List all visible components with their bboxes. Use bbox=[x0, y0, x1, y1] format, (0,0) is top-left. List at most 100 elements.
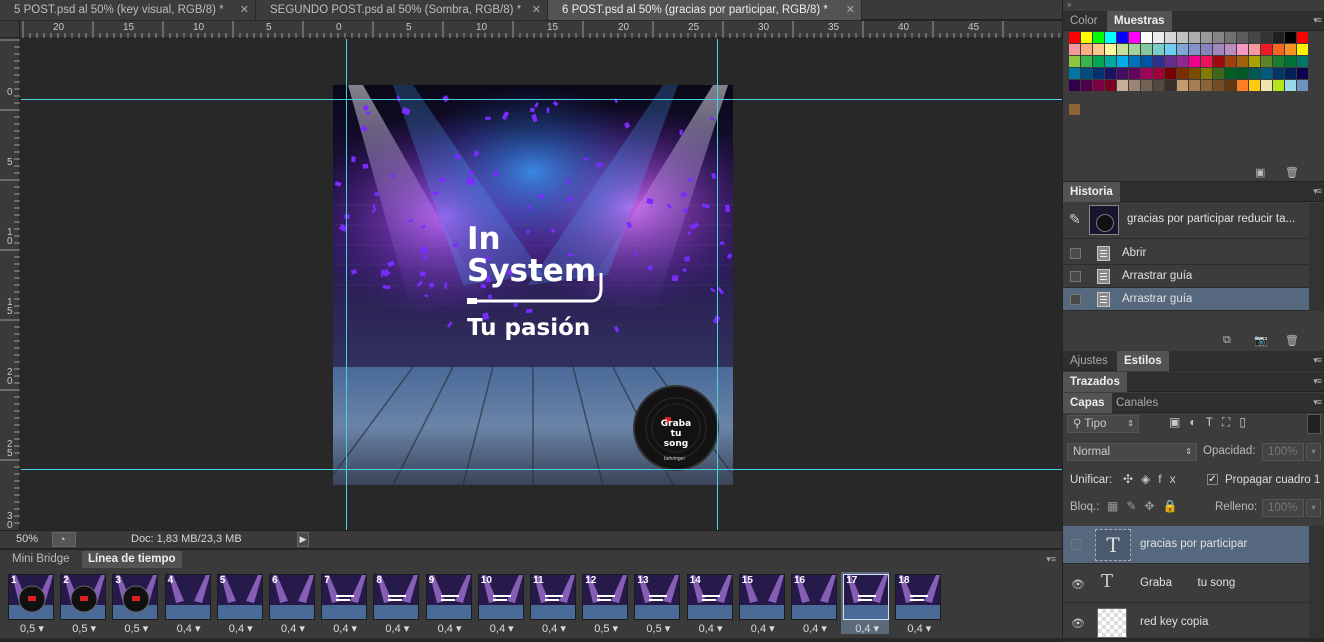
document-tab-6-post[interactable]: 6 POST.psd al 50% (gracias por participa… bbox=[548, 0, 862, 20]
color-swatch[interactable] bbox=[1285, 56, 1296, 67]
color-swatch[interactable] bbox=[1069, 56, 1080, 67]
tab-mini-bridge[interactable]: Mini Bridge bbox=[6, 551, 76, 568]
timeline-frame[interactable]: 4 0,4 ▾ bbox=[163, 572, 211, 635]
color-swatch[interactable] bbox=[1225, 68, 1236, 79]
color-swatch[interactable] bbox=[1237, 68, 1248, 79]
status-menu-button[interactable]: ◔ bbox=[52, 532, 76, 547]
frame-delay-dropdown[interactable]: 0,4 ▾ bbox=[281, 622, 305, 635]
frame-delay-dropdown[interactable]: 0,4 ▾ bbox=[803, 622, 827, 635]
layer-gracias-por-participar[interactable]: T gracias por participar bbox=[1063, 526, 1309, 564]
trash-icon[interactable]: 🗑 bbox=[1285, 166, 1299, 179]
color-swatch[interactable] bbox=[1213, 56, 1224, 67]
color-swatch[interactable] bbox=[1105, 80, 1116, 91]
color-swatch[interactable] bbox=[1117, 68, 1128, 79]
color-swatch[interactable] bbox=[1105, 68, 1116, 79]
color-swatch[interactable] bbox=[1201, 68, 1212, 79]
history-item-arrastrar-guia[interactable]: Arrastrar guía bbox=[1063, 265, 1309, 288]
tab-swatches[interactable]: Muestras bbox=[1107, 11, 1172, 31]
close-icon[interactable]: ✕ bbox=[846, 0, 855, 20]
color-swatch[interactable] bbox=[1201, 44, 1212, 55]
color-swatch[interactable] bbox=[1249, 56, 1260, 67]
timeline-frame[interactable]: 2 0,5 ▾ bbox=[58, 572, 107, 635]
color-swatch[interactable] bbox=[1249, 68, 1260, 79]
color-swatch[interactable] bbox=[1261, 80, 1272, 91]
frame-delay-dropdown[interactable]: 0,4 ▾ bbox=[333, 622, 357, 635]
ruler-vertical[interactable]: 0 5 1 0 1 5 2 0 2 5 3 0 bbox=[0, 38, 20, 531]
camera-icon[interactable]: 📷 bbox=[1254, 334, 1268, 347]
history-item-abrir[interactable]: Abrir bbox=[1063, 242, 1309, 265]
eye-icon[interactable]: 👁 bbox=[1071, 617, 1085, 630]
panel-menu-icon[interactable]: ▾≡ bbox=[1046, 554, 1056, 565]
frame-delay-dropdown[interactable]: 0,5 ▾ bbox=[124, 622, 148, 635]
color-swatch[interactable] bbox=[1069, 104, 1080, 115]
color-swatch[interactable] bbox=[1153, 44, 1164, 55]
color-swatch[interactable] bbox=[1273, 44, 1284, 55]
color-swatch[interactable] bbox=[1093, 44, 1104, 55]
frame-delay-dropdown[interactable]: 0,4 ▾ bbox=[699, 622, 723, 635]
color-swatch[interactable] bbox=[1105, 44, 1116, 55]
color-swatch[interactable] bbox=[1237, 44, 1248, 55]
color-swatch[interactable] bbox=[1297, 32, 1308, 43]
frame-delay-dropdown[interactable]: 0,4 ▾ bbox=[229, 622, 253, 635]
lock-icons[interactable]: ▦✎✥🔒 bbox=[1107, 499, 1185, 513]
color-swatch[interactable] bbox=[1165, 32, 1176, 43]
color-swatch[interactable] bbox=[1213, 44, 1224, 55]
color-swatch[interactable] bbox=[1141, 56, 1152, 67]
tab-ajustes[interactable]: Ajustes bbox=[1063, 351, 1115, 371]
color-swatch[interactable] bbox=[1117, 32, 1128, 43]
frame-delay-dropdown[interactable]: 0,5 ▾ bbox=[646, 622, 670, 635]
zoom-level[interactable]: 50% bbox=[16, 531, 38, 548]
timeline-frame[interactable]: 1 0,5 ▾ bbox=[6, 572, 54, 635]
history-checkbox[interactable] bbox=[1070, 248, 1081, 259]
layer-red-key-copia[interactable]: 👁 red key copia bbox=[1063, 604, 1309, 642]
color-swatch[interactable] bbox=[1177, 44, 1188, 55]
color-swatch[interactable] bbox=[1249, 44, 1260, 55]
color-swatch[interactable] bbox=[1153, 68, 1164, 79]
document-tab-segundo-post[interactable]: SEGUNDO POST.psd al 50% (Sombra, RGB/8) … bbox=[256, 0, 548, 20]
color-swatch[interactable] bbox=[1117, 44, 1128, 55]
color-swatch[interactable] bbox=[1177, 80, 1188, 91]
panel-menu-icon[interactable]: ▾≡ bbox=[1313, 397, 1322, 408]
color-swatch[interactable] bbox=[1069, 32, 1080, 43]
tab-trazados[interactable]: Trazados bbox=[1063, 372, 1127, 392]
color-swatch[interactable] bbox=[1069, 44, 1080, 55]
color-swatch[interactable] bbox=[1261, 56, 1272, 67]
color-swatch[interactable] bbox=[1165, 56, 1176, 67]
timeline-frame[interactable]: 15 0,4 ▾ bbox=[737, 572, 785, 635]
panel-menu-icon[interactable]: ▾≡ bbox=[1313, 15, 1322, 26]
color-swatch[interactable] bbox=[1285, 80, 1296, 91]
color-swatch[interactable] bbox=[1189, 80, 1200, 91]
frame-delay-dropdown[interactable]: 0,4 ▾ bbox=[438, 622, 462, 635]
guide-horizontal-top[interactable] bbox=[21, 99, 1062, 100]
layer-graba-tu-song[interactable]: 👁 T Graba tu song bbox=[1063, 565, 1309, 603]
tab-canales[interactable]: Canales bbox=[1109, 393, 1165, 413]
color-swatch[interactable] bbox=[1129, 56, 1140, 67]
color-swatch[interactable] bbox=[1285, 68, 1296, 79]
color-swatch[interactable] bbox=[1225, 32, 1236, 43]
history-snapshot[interactable]: ✎ gracias por participar reducir ta... bbox=[1063, 203, 1309, 239]
timeline-frame[interactable]: 16 0,4 ▾ bbox=[789, 572, 837, 635]
color-swatch[interactable] bbox=[1129, 32, 1140, 43]
new-document-from-state-icon[interactable]: ⧉ bbox=[1223, 334, 1231, 347]
timeline-frame[interactable]: 11 0,4 ▾ bbox=[528, 572, 576, 635]
status-arrow-icon[interactable]: ▶ bbox=[297, 532, 309, 547]
frame-delay-dropdown[interactable]: 0,5 ▾ bbox=[20, 622, 44, 635]
color-swatch[interactable] bbox=[1189, 56, 1200, 67]
color-swatch[interactable] bbox=[1213, 68, 1224, 79]
fill-dropdown-arrow[interactable]: ▾ bbox=[1306, 499, 1321, 517]
color-swatch[interactable] bbox=[1069, 80, 1080, 91]
tab-color[interactable]: Color bbox=[1063, 11, 1104, 31]
history-checkbox[interactable] bbox=[1070, 271, 1081, 282]
color-swatch[interactable] bbox=[1261, 68, 1272, 79]
tab-estilos[interactable]: Estilos bbox=[1117, 351, 1169, 371]
color-swatch[interactable] bbox=[1237, 80, 1248, 91]
color-swatch[interactable] bbox=[1081, 68, 1092, 79]
color-swatch[interactable] bbox=[1177, 56, 1188, 67]
color-swatch[interactable] bbox=[1237, 56, 1248, 67]
color-swatch[interactable] bbox=[1105, 56, 1116, 67]
color-swatch[interactable] bbox=[1153, 32, 1164, 43]
timeline-frame[interactable]: 9 0,4 ▾ bbox=[424, 572, 472, 635]
color-swatch[interactable] bbox=[1273, 68, 1284, 79]
timeline-frame[interactable]: 3 0,5 ▾ bbox=[110, 572, 159, 635]
unify-icons[interactable]: ✣◈fx bbox=[1123, 472, 1184, 486]
